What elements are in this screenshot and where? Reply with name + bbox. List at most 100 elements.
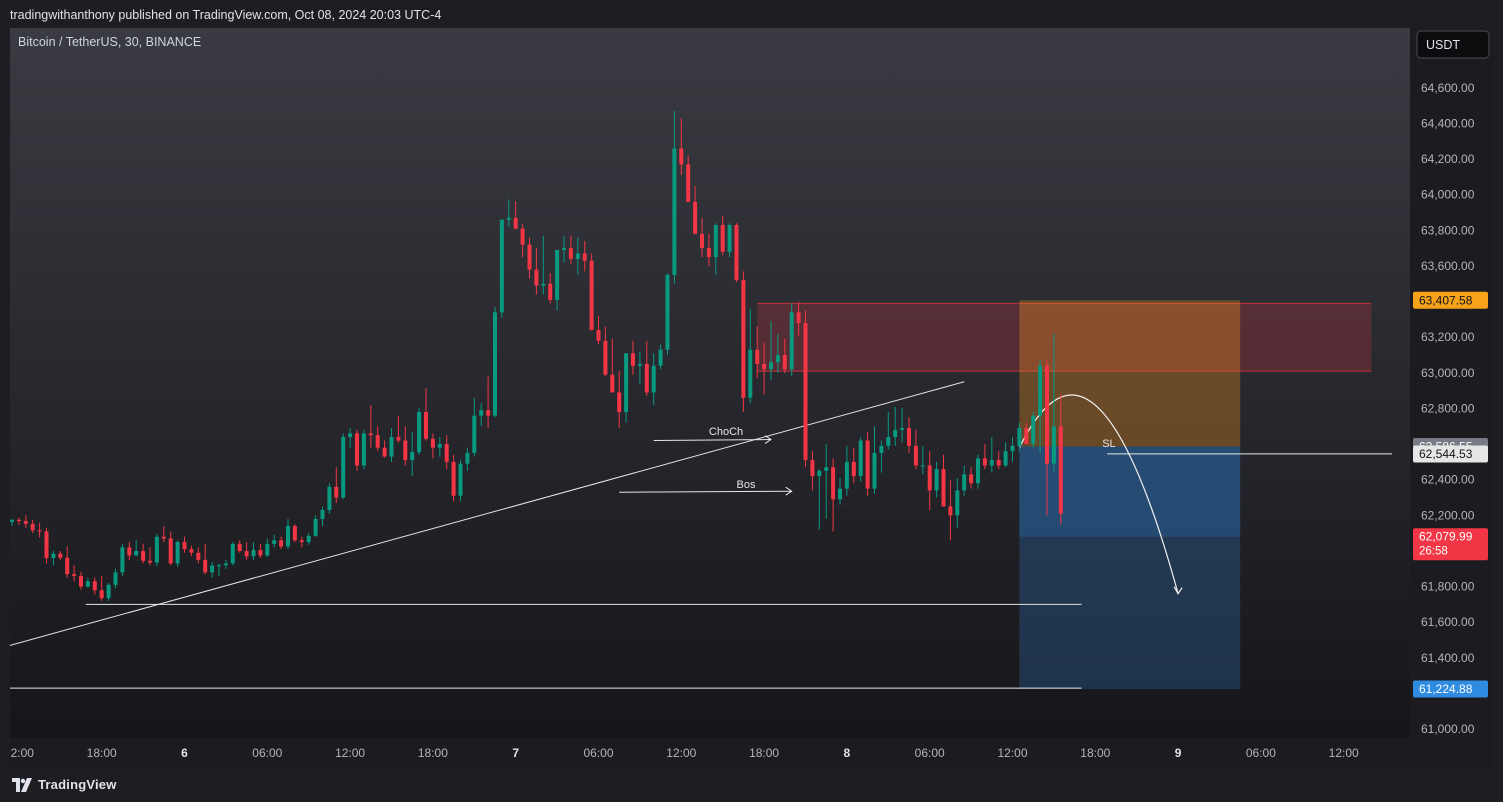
candle-body-85 bbox=[596, 330, 601, 341]
price-tick-8: 62,800.00 bbox=[1421, 401, 1475, 415]
price-label-0: 63,407.58 bbox=[1419, 293, 1473, 307]
time-tick-13: 18:00 bbox=[1080, 746, 1110, 760]
candle-body-9 bbox=[72, 574, 77, 576]
candle-body-56 bbox=[396, 436, 401, 441]
candle-body-54 bbox=[382, 447, 387, 457]
candle-body-132 bbox=[920, 465, 925, 467]
symbol-title: Bitcoin / TetherUS, 30, BINANCE bbox=[18, 35, 201, 49]
candle-body-135 bbox=[941, 469, 946, 507]
price-chart[interactable]: ChoCh Bos SL 64,600.00 64,400.00 64,200.00 64… bbox=[4, 28, 1493, 768]
candle-body-102 bbox=[713, 225, 718, 258]
candle-body-129 bbox=[900, 428, 905, 430]
candle-body-47 bbox=[334, 486, 339, 498]
candle-body-51 bbox=[361, 433, 366, 466]
candle-body-111 bbox=[775, 355, 780, 363]
price-tick-11: 61,800.00 bbox=[1421, 580, 1475, 594]
candle-body-43 bbox=[306, 535, 311, 543]
time-tick-6: 7 bbox=[512, 746, 519, 760]
time-tick-7: 06:00 bbox=[583, 746, 613, 760]
candle-body-76 bbox=[534, 269, 539, 286]
candle-body-100 bbox=[700, 233, 704, 249]
candle-body-77 bbox=[541, 283, 546, 286]
candle-body-121 bbox=[844, 461, 849, 489]
candle-body-13 bbox=[99, 590, 104, 599]
currency-button-label: USDT bbox=[1426, 38, 1460, 52]
candle-body-5 bbox=[44, 531, 49, 559]
candle-body-53 bbox=[375, 435, 380, 448]
candle-body-90 bbox=[631, 353, 635, 366]
candle-body-8 bbox=[65, 557, 70, 575]
candle-body-69 bbox=[486, 410, 491, 416]
candle-body-130 bbox=[907, 428, 911, 446]
candle-body-148 bbox=[1031, 415, 1036, 445]
candle-body-144 bbox=[1003, 451, 1008, 466]
candle-body-151 bbox=[1051, 426, 1056, 464]
candle-body-1 bbox=[16, 519, 21, 522]
price-tick-13: 61,400.00 bbox=[1421, 651, 1475, 665]
footer-bar bbox=[0, 770, 1503, 802]
price-tick-10: 62,200.00 bbox=[1421, 508, 1475, 522]
candle-body-23 bbox=[168, 538, 173, 564]
candle-body-36 bbox=[258, 550, 263, 556]
candle-body-114 bbox=[796, 312, 801, 323]
candle-body-55 bbox=[389, 436, 394, 457]
candle-body-11 bbox=[85, 581, 90, 587]
candle-body-50 bbox=[355, 433, 359, 466]
candle-body-32 bbox=[230, 543, 235, 564]
candle-body-65 bbox=[458, 463, 463, 496]
candle-body-18 bbox=[134, 550, 139, 556]
tradingview-logo-icon bbox=[12, 777, 32, 792]
candle-body-19 bbox=[141, 550, 146, 561]
time-tick-1: 18:00 bbox=[87, 746, 117, 760]
candle-body-103 bbox=[720, 225, 725, 252]
candle-body-34 bbox=[244, 550, 249, 557]
candle-body-37 bbox=[265, 543, 270, 556]
price-tick-9: 62,400.00 bbox=[1421, 473, 1475, 487]
candle-body-97 bbox=[679, 148, 684, 165]
candle-body-117 bbox=[817, 470, 822, 477]
candle-body-125 bbox=[872, 453, 877, 489]
tradingview-logo[interactable]: TradingView bbox=[12, 777, 117, 792]
candle-body-89 bbox=[624, 353, 629, 413]
annotation-choch: ChoCh bbox=[709, 426, 743, 438]
price-tick-6: 63,200.00 bbox=[1421, 330, 1475, 344]
candle-body-91 bbox=[637, 363, 642, 366]
candle-body-115 bbox=[803, 322, 808, 461]
candle-body-93 bbox=[651, 365, 656, 393]
time-tick-11: 06:00 bbox=[915, 746, 945, 760]
candle-body-57 bbox=[403, 440, 408, 461]
time-tick-10: 8 bbox=[844, 746, 851, 760]
time-tick-15: 06:00 bbox=[1246, 746, 1276, 760]
candle-body-113 bbox=[789, 312, 794, 370]
candle-body-27 bbox=[196, 552, 201, 560]
currency-button[interactable]: USDT bbox=[1416, 30, 1490, 59]
candle-body-141 bbox=[982, 458, 987, 466]
candle-body-84 bbox=[589, 260, 594, 331]
candle-body-67 bbox=[472, 415, 477, 454]
candle-body-26 bbox=[189, 549, 194, 553]
time-tick-3: 06:00 bbox=[252, 746, 282, 760]
candle-body-116 bbox=[810, 460, 815, 477]
price-tick-2: 64,200.00 bbox=[1421, 152, 1475, 166]
candle-body-104 bbox=[727, 225, 732, 252]
annotation-sl: SL bbox=[1102, 438, 1115, 450]
candle-body-46 bbox=[327, 486, 332, 511]
candle-body-95 bbox=[665, 274, 670, 350]
candle-body-101 bbox=[706, 248, 711, 258]
candle-body-108 bbox=[755, 349, 760, 364]
candle-body-71 bbox=[499, 219, 504, 313]
candle-body-131 bbox=[913, 445, 918, 466]
annotation-bos: Bos bbox=[737, 479, 756, 491]
candle-body-0 bbox=[10, 519, 14, 522]
candle-body-80 bbox=[562, 248, 566, 250]
candle-body-41 bbox=[292, 526, 297, 541]
price-tick-5: 63,600.00 bbox=[1421, 259, 1475, 273]
candle-body-17 bbox=[127, 547, 132, 556]
candle-body-52 bbox=[368, 433, 373, 436]
top-bar: tradingwithanthony published on TradingV… bbox=[0, 0, 1503, 28]
chart-frame[interactable]: ChoCh Bos SL 64,600.00 64,400.00 64,200.00 64… bbox=[4, 28, 1493, 768]
candle-body-45 bbox=[320, 510, 325, 519]
candle-body-62 bbox=[437, 444, 442, 448]
time-axis-background bbox=[10, 738, 1410, 768]
candle-body-140 bbox=[976, 458, 980, 484]
